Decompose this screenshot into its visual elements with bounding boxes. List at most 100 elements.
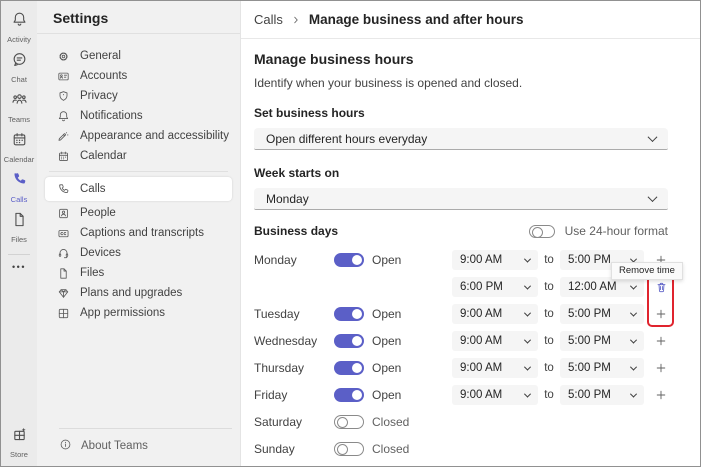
chevron-down-icon (523, 336, 532, 344)
sidebar-item-label: Notifications (80, 110, 143, 122)
use-24-hour-format-toggle[interactable] (528, 224, 555, 238)
end-time-dropdown[interactable]: 5:00 PM (560, 331, 644, 351)
rail-item-files[interactable]: Files (4, 208, 34, 248)
day-open-toggle[interactable] (334, 442, 364, 456)
rail-item-label: Chat (11, 75, 27, 84)
chevron-down-icon (523, 363, 532, 371)
sidebar-item-label: Captions and transcripts (80, 227, 205, 239)
sidebar-item-accounts[interactable]: Accounts (45, 66, 232, 86)
day-open-toggle[interactable] (334, 307, 364, 321)
add-time-button[interactable] (650, 304, 672, 324)
rail-item-calendar[interactable]: Calendar (4, 128, 34, 168)
rail-item-label: Store (10, 450, 28, 459)
sidebar-item-appearance-and-accessibility[interactable]: Appearance and accessibility (45, 126, 232, 146)
more-icon: ••• (12, 262, 26, 272)
week-starts-on-dropdown[interactable]: Monday (254, 188, 668, 210)
sidebar-item-people[interactable]: People (45, 203, 232, 223)
add-time-button[interactable] (650, 331, 672, 351)
end-time-dropdown[interactable]: 5:00 PM (560, 304, 644, 324)
rail-item-calls[interactable]: Calls (4, 168, 34, 208)
add-time-button[interactable] (650, 385, 672, 405)
start-time-dropdown[interactable]: 9:00 AM (452, 304, 538, 324)
about-teams-button[interactable]: About Teams (37, 429, 240, 466)
rail-item-activity[interactable]: Activity (4, 8, 34, 48)
remove-time-button[interactable] (650, 277, 672, 297)
end-time-dropdown[interactable]: 5:00 PM (560, 358, 644, 378)
day-open-toggle[interactable] (334, 415, 364, 429)
sidebar-item-app-permissions[interactable]: App permissions (45, 303, 232, 323)
day-label: Monday (254, 253, 297, 267)
sidebar-item-files[interactable]: Files (45, 263, 232, 283)
to-label: to (544, 254, 554, 266)
day-open-toggle[interactable] (334, 253, 364, 267)
chevron-down-icon (629, 309, 638, 317)
sidebar-item-general[interactable]: General (45, 46, 232, 66)
business-day-row-sunday: Sunday Closed (254, 439, 668, 459)
plus-icon (654, 361, 668, 375)
end-time-value: 5:00 PM (568, 389, 611, 401)
calendar-icon (11, 131, 28, 153)
add-time-button[interactable] (650, 358, 672, 378)
start-time-dropdown[interactable]: 9:00 AM (452, 358, 538, 378)
sidebar-item-notifications[interactable]: Notifications (45, 106, 232, 126)
sidebar-item-captions-and-transcripts[interactable]: Captions and transcripts (45, 223, 232, 243)
start-time-value: 9:00 AM (460, 362, 503, 374)
start-time-value: 9:00 AM (460, 389, 503, 401)
day-state-label: Closed (372, 442, 410, 456)
to-label: to (544, 308, 554, 320)
phone-filled-icon (11, 171, 28, 193)
business-days-rows: Remove time Monday Open 9:00 AM to 5:00 … (254, 250, 683, 459)
business-day-row-saturday: Saturday Closed (254, 412, 668, 432)
sidebar-item-devices[interactable]: Devices (45, 243, 232, 263)
breadcrumb-calls-link[interactable]: Calls (254, 12, 283, 27)
settings-title: Settings (37, 1, 240, 34)
rail-item-teams[interactable]: Teams (4, 88, 34, 128)
teams-settings-window: Activity Chat Teams Calendar Calls Files… (0, 0, 701, 467)
business-day-row-thursday: Thursday Open 9:00 AM to 5:00 PM (254, 358, 668, 378)
chevron-down-icon (629, 282, 638, 290)
end-time-dropdown[interactable]: 12:00 AM (560, 277, 644, 297)
rail-item-label: Files (11, 235, 27, 244)
document-icon (57, 267, 70, 280)
bell-icon (11, 11, 28, 33)
plus-icon (654, 334, 668, 348)
day-open-toggle[interactable] (334, 361, 364, 375)
rail-item-store[interactable]: Store (10, 423, 28, 463)
start-time-dropdown[interactable]: 9:00 AM (452, 385, 538, 405)
about-teams-label: About Teams (81, 440, 148, 452)
rail-item-label: Calls (10, 195, 28, 204)
sidebar-item-privacy[interactable]: Privacy (45, 86, 232, 106)
sidebar-item-plans-and-upgrades[interactable]: Plans and upgrades (45, 283, 232, 303)
captions-icon (57, 227, 70, 240)
week-starts-on-value: Monday (266, 191, 309, 206)
sidebar-item-label: Plans and upgrades (80, 287, 183, 299)
sidebar-item-label: Files (80, 267, 105, 279)
start-time-dropdown[interactable]: 6:00 PM (452, 277, 538, 297)
chevron-down-icon (647, 132, 658, 143)
day-open-toggle[interactable] (334, 388, 364, 402)
headset-icon (57, 247, 70, 260)
more-apps-button[interactable]: ••• (12, 258, 26, 276)
calendar-icon (57, 150, 70, 163)
day-label: Sunday (254, 442, 295, 456)
document-icon (11, 211, 28, 233)
sidebar-item-label: Appearance and accessibility (80, 130, 229, 142)
sidebar-item-label: Calls (80, 183, 106, 195)
day-open-toggle[interactable] (334, 334, 364, 348)
plus-icon (654, 388, 668, 402)
end-time-value: 5:00 PM (568, 254, 611, 266)
sidebar-item-label: Accounts (80, 70, 128, 82)
to-label: to (544, 281, 554, 293)
teams-people-icon (11, 91, 28, 113)
day-state-label: Open (372, 334, 402, 348)
sidebar-item-calendar[interactable]: Calendar (45, 146, 232, 166)
rail-item-chat[interactable]: Chat (4, 48, 34, 88)
start-time-dropdown[interactable]: 9:00 AM (452, 250, 538, 270)
end-time-dropdown[interactable]: 5:00 PM (560, 385, 644, 405)
set-business-hours-dropdown[interactable]: Open different hours everyday (254, 128, 668, 150)
start-time-dropdown[interactable]: 9:00 AM (452, 331, 538, 351)
pen-sparkle-icon (57, 130, 70, 143)
day-label: Tuesday (254, 307, 300, 321)
end-time-value: 5:00 PM (568, 362, 611, 374)
sidebar-item-calls[interactable]: Calls (45, 177, 232, 201)
